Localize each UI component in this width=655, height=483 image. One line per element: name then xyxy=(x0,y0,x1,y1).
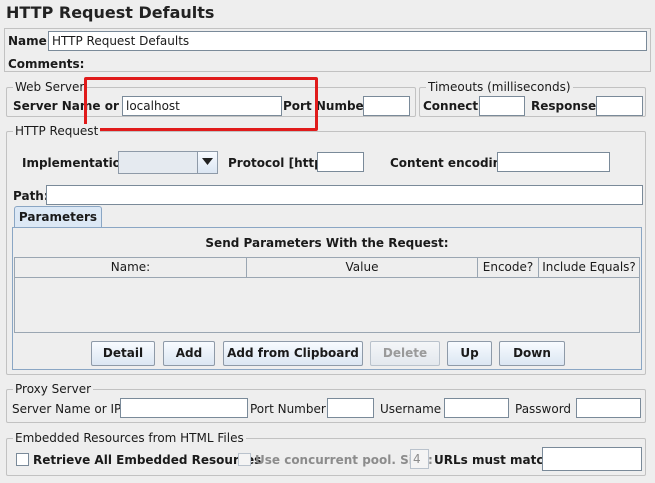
column-name[interactable]: Name: xyxy=(15,258,247,277)
name-label: Name: xyxy=(8,34,52,48)
proxy-port-input[interactable] xyxy=(327,398,374,418)
column-value[interactable]: Value xyxy=(247,258,478,277)
path-input[interactable] xyxy=(46,185,643,205)
connect-input[interactable] xyxy=(479,96,525,116)
name-input[interactable]: HTTP Request Defaults xyxy=(48,31,647,51)
comments-label: Comments: xyxy=(8,57,85,71)
chevron-down-icon[interactable] xyxy=(197,152,217,173)
connect-label: Connect: xyxy=(423,99,483,113)
concurrent-pool-checkbox[interactable] xyxy=(238,453,251,466)
column-encode[interactable]: Encode? xyxy=(478,258,539,277)
proxy-username-input[interactable] xyxy=(444,398,509,418)
proxy-password-label: Password xyxy=(515,402,572,416)
highlight-box xyxy=(84,77,318,131)
proxy-server-label: Server Name or IP: xyxy=(12,402,126,416)
response-input[interactable] xyxy=(596,96,643,116)
parameters-table-body[interactable] xyxy=(14,278,640,333)
proxy-port-label: Port Number: xyxy=(250,402,330,416)
column-include-equals[interactable]: Include Equals? xyxy=(539,258,639,277)
urls-match-input[interactable] xyxy=(542,447,642,471)
retrieve-embedded-label: Retrieve All Embedded Resources xyxy=(33,453,262,467)
add-from-clipboard-button[interactable]: Add from Clipboard xyxy=(223,341,363,366)
path-label: Path: xyxy=(13,189,49,203)
parameters-heading: Send Parameters With the Request: xyxy=(205,236,449,250)
pool-size-input[interactable]: 4 xyxy=(410,449,429,469)
tab-parameters[interactable]: Parameters xyxy=(14,206,102,228)
delete-button[interactable]: Delete xyxy=(370,341,440,366)
embedded-resources-legend: Embedded Resources from HTML Files xyxy=(13,431,246,445)
http-request-legend: HTTP Request xyxy=(13,124,101,138)
implementation-select[interactable] xyxy=(118,151,218,174)
timeouts-legend: Timeouts (milliseconds) xyxy=(426,80,573,94)
retrieve-embedded-checkbox[interactable] xyxy=(16,453,29,466)
response-label: Response: xyxy=(531,99,601,113)
parameters-table-header: Name: Value Encode? Include Equals? xyxy=(14,257,640,278)
proxy-password-input[interactable] xyxy=(576,398,641,418)
urls-match-label: URLs must match: xyxy=(434,453,557,467)
port-number-input[interactable] xyxy=(363,96,410,116)
web-server-legend: Web Server xyxy=(13,80,87,94)
protocol-input[interactable] xyxy=(317,152,364,172)
down-button[interactable]: Down xyxy=(499,341,565,366)
content-encoding-input[interactable] xyxy=(497,152,610,172)
proxy-username-label: Username xyxy=(380,402,442,416)
add-button[interactable]: Add xyxy=(163,341,215,366)
concurrent-pool-label: Use concurrent pool. Size: xyxy=(255,453,433,467)
page-title: HTTP Request Defaults xyxy=(6,3,215,22)
proxy-server-input[interactable] xyxy=(120,398,248,418)
detail-button[interactable]: Detail xyxy=(91,341,155,366)
proxy-server-legend: Proxy Server xyxy=(13,382,94,396)
content-encoding-label: Content encoding: xyxy=(390,156,515,170)
up-button[interactable]: Up xyxy=(447,341,492,366)
